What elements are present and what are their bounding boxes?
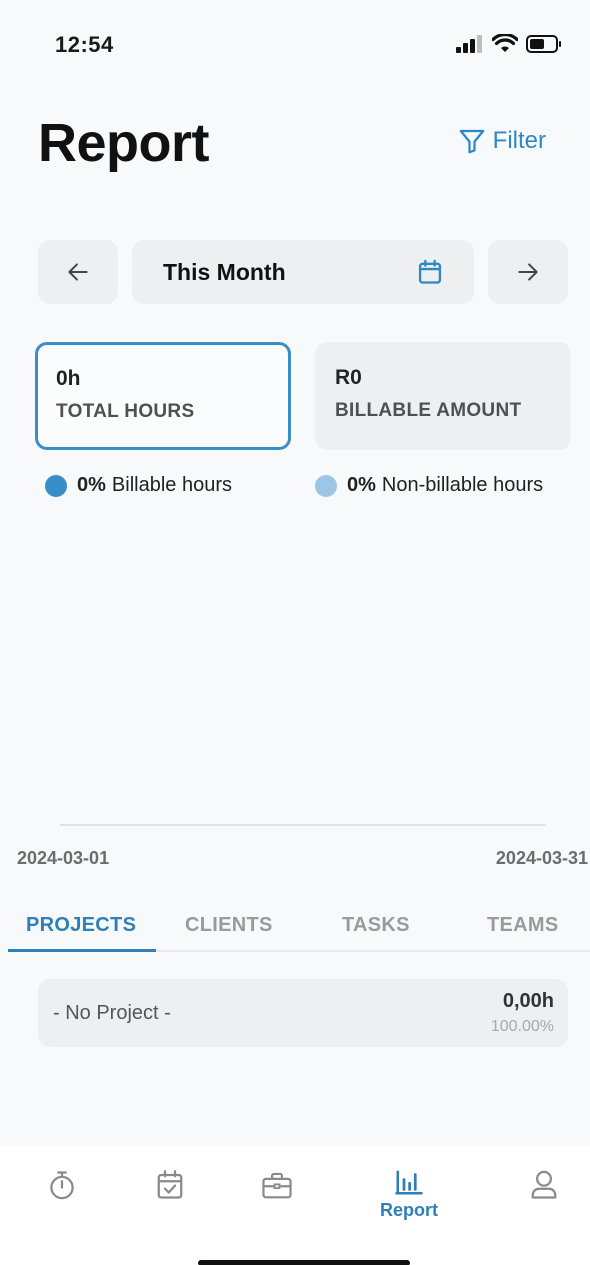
period-label: This Month bbox=[163, 258, 286, 285]
chart-end-date: 2024-03-31 bbox=[495, 848, 588, 868]
nonbillable-dot-icon bbox=[315, 474, 337, 497]
filter-icon bbox=[459, 129, 485, 154]
total-hours-card[interactable]: 0h TOTAL HOURS bbox=[35, 342, 291, 450]
billable-amount-card[interactable]: R0 BILLABLE AMOUNT bbox=[315, 342, 571, 450]
status-bar: 12:54 bbox=[0, 0, 590, 90]
billable-dot-icon bbox=[45, 474, 67, 497]
filter-label: Filter bbox=[492, 127, 546, 154]
project-percent: 100.00% bbox=[490, 1018, 554, 1035]
page-title: Report bbox=[38, 113, 210, 173]
billable-label: Billable hours bbox=[111, 474, 232, 496]
briefcase-icon bbox=[262, 1172, 292, 1199]
nav-timer[interactable] bbox=[47, 1168, 77, 1202]
active-tab-indicator bbox=[8, 949, 156, 952]
stopwatch-icon bbox=[50, 1171, 74, 1200]
calendar-check-icon bbox=[157, 1170, 183, 1199]
total-hours-label: TOTAL HOURS bbox=[56, 401, 195, 422]
tab-teams[interactable]: TEAMS bbox=[487, 914, 559, 937]
previous-period-button[interactable] bbox=[38, 240, 118, 304]
calendar-icon[interactable] bbox=[416, 258, 444, 286]
billable-percent: 0% bbox=[77, 474, 106, 496]
total-hours-value: 0h bbox=[56, 367, 81, 390]
signal-icon bbox=[456, 35, 482, 53]
nav-report-label: Report bbox=[380, 1200, 438, 1220]
legend-nonbillable: 0% Non-billable hours bbox=[315, 474, 543, 497]
billable-amount-label: BILLABLE AMOUNT bbox=[335, 400, 522, 421]
tab-clients[interactable]: CLIENTS bbox=[185, 914, 273, 937]
list-item[interactable]: - No Project - 0,00h 100.00% bbox=[38, 979, 568, 1047]
bar-chart-icon bbox=[395, 1170, 423, 1195]
filter-button[interactable]: Filter bbox=[457, 126, 546, 156]
project-name: - No Project - bbox=[53, 1002, 171, 1024]
nav-timesheet[interactable] bbox=[155, 1168, 185, 1202]
status-icons bbox=[456, 34, 562, 54]
user-icon bbox=[531, 1170, 557, 1199]
nonbillable-label: Non-billable hours bbox=[381, 474, 544, 496]
home-indicator bbox=[198, 1260, 410, 1265]
wifi-icon bbox=[492, 34, 518, 52]
tab-tasks[interactable]: TASKS bbox=[342, 914, 410, 937]
report-tabs: PROJECTS CLIENTS TASKS TEAMS bbox=[8, 900, 590, 952]
nonbillable-percent: 0% bbox=[347, 474, 376, 496]
arrow-right-icon bbox=[518, 263, 538, 281]
nav-projects[interactable] bbox=[261, 1168, 293, 1202]
status-time: 12:54 bbox=[55, 32, 114, 57]
next-period-button[interactable] bbox=[488, 240, 568, 304]
chart-start-date: 2024-03-01 bbox=[17, 848, 110, 868]
tab-projects[interactable]: PROJECTS bbox=[26, 914, 136, 937]
project-hours: 0,00h bbox=[502, 990, 554, 1012]
nav-profile[interactable] bbox=[529, 1168, 559, 1202]
chart-axis-line bbox=[60, 824, 546, 826]
bottom-navigation: Report bbox=[0, 1146, 590, 1265]
battery-icon bbox=[526, 35, 561, 53]
arrow-left-icon bbox=[68, 263, 88, 281]
billable-amount-value: R0 bbox=[335, 366, 362, 389]
legend-billable: 0% Billable hours bbox=[45, 474, 232, 497]
nav-report[interactable]: Report bbox=[380, 1168, 438, 1221]
period-selector[interactable]: This Month bbox=[132, 240, 474, 304]
